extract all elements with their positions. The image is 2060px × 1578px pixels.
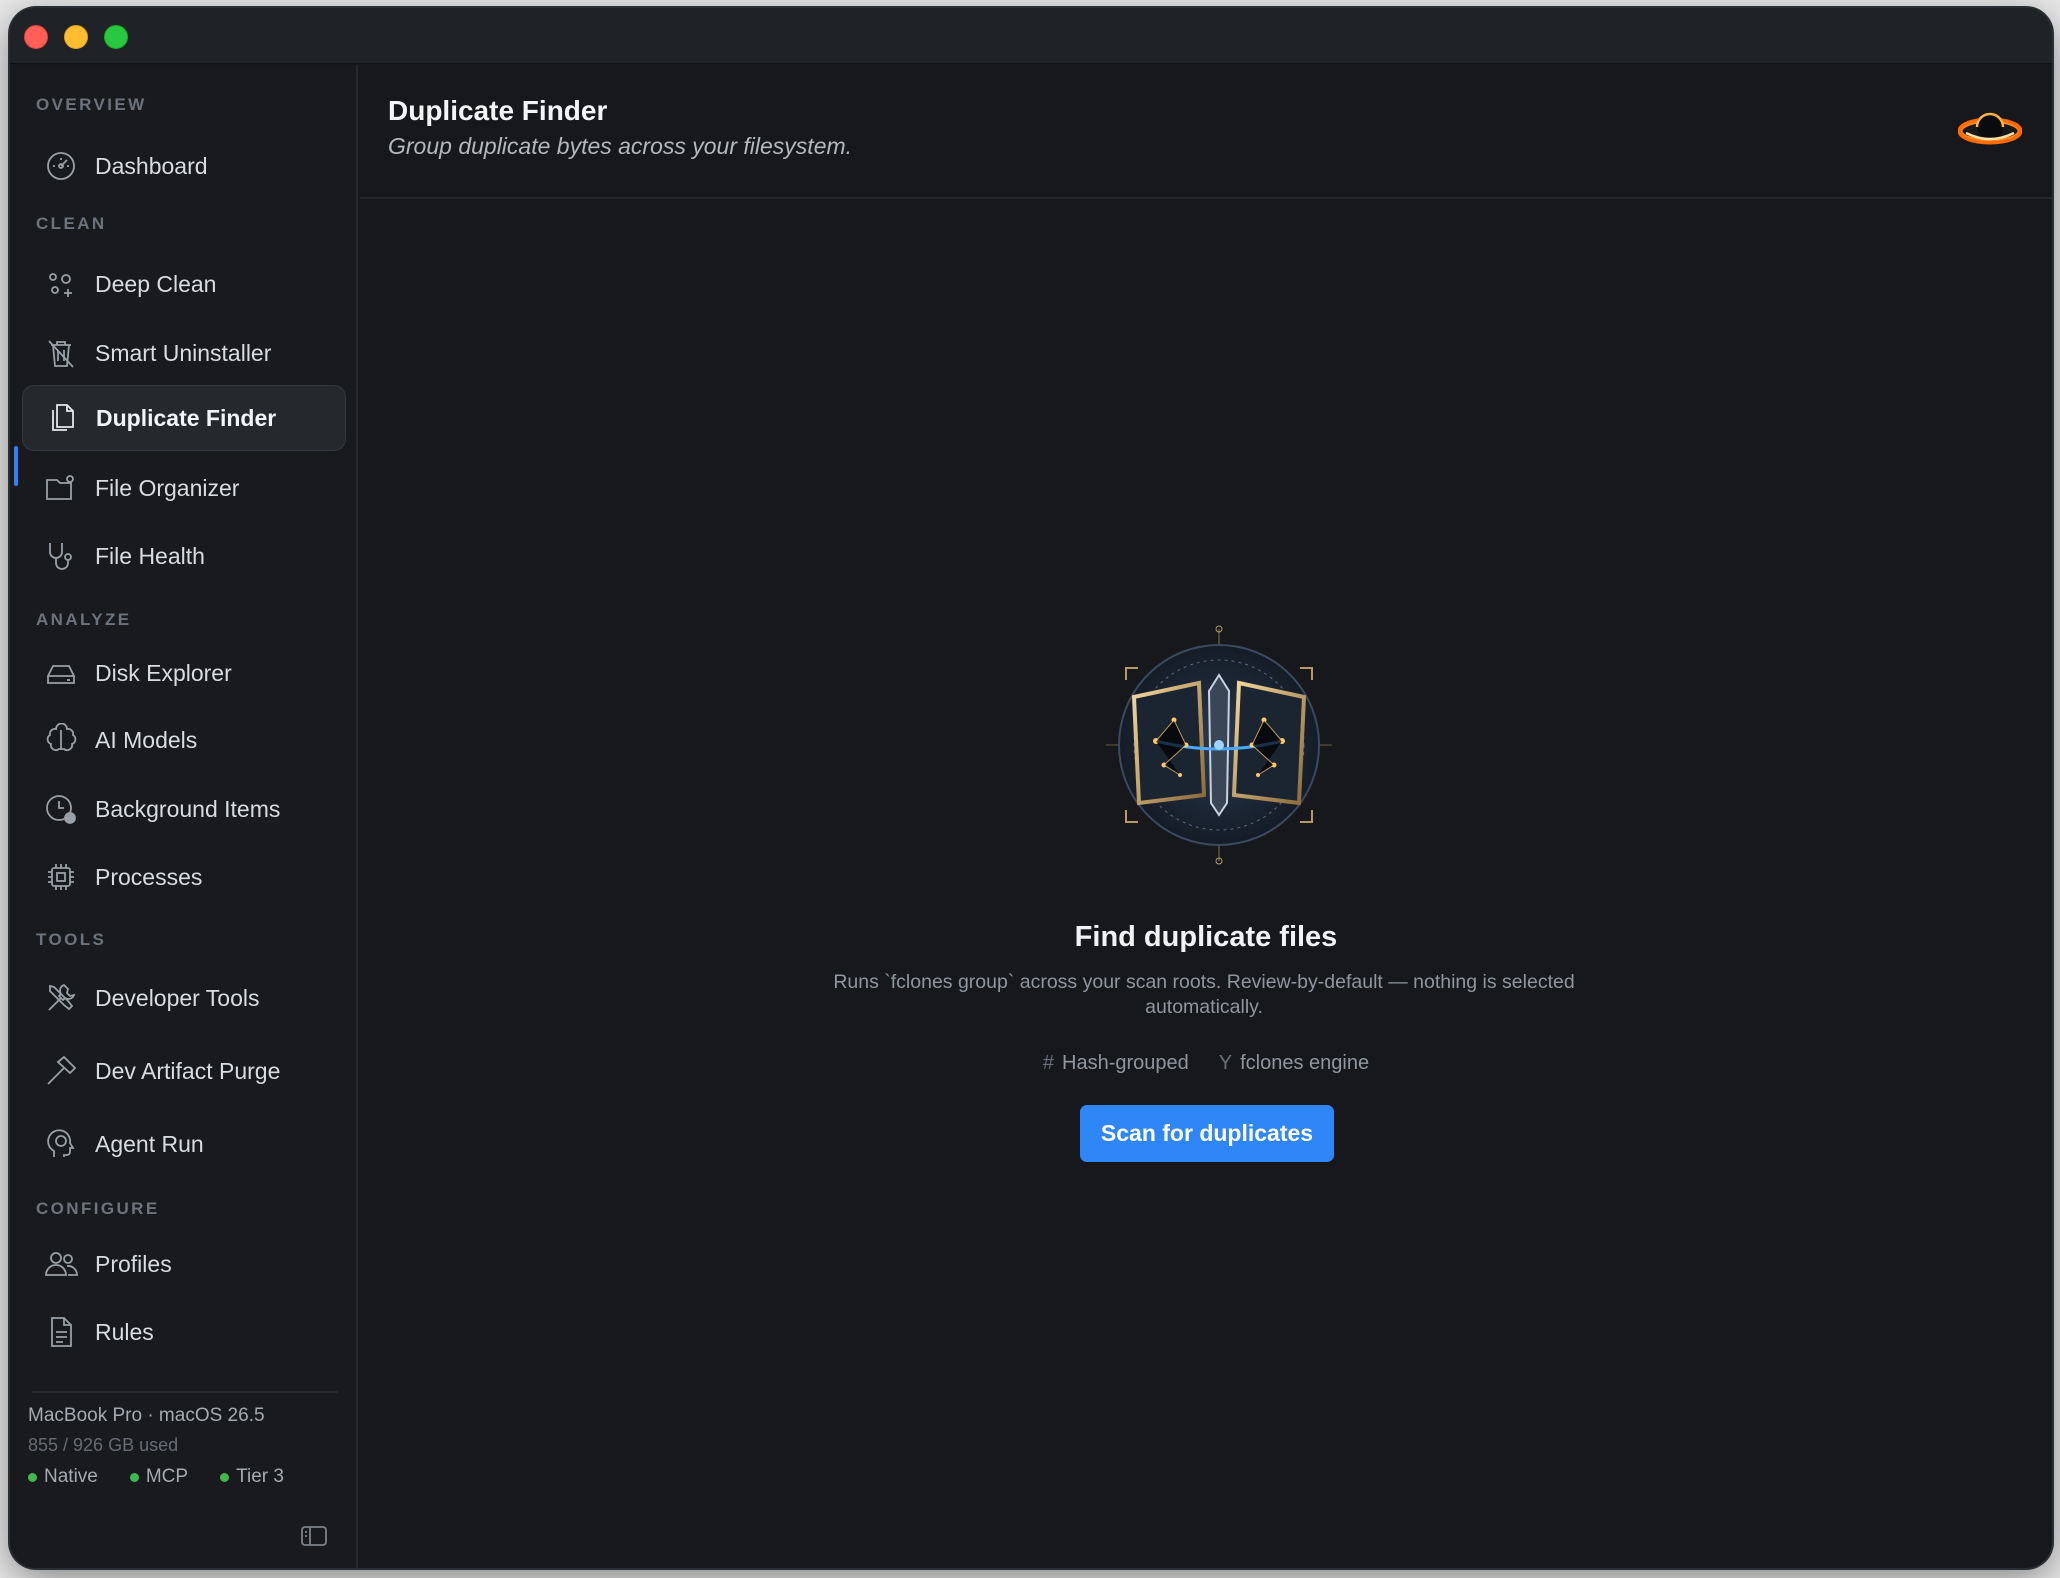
sidebar-item-ai-models[interactable]: AI Models bbox=[22, 707, 346, 773]
section-label-overview: OVERVIEW bbox=[36, 95, 147, 114]
sidebar-item-label: Developer Tools bbox=[95, 984, 260, 1011]
branch-icon: Y bbox=[1218, 1052, 1233, 1074]
sidebar-item-rules[interactable]: Rules bbox=[22, 1299, 346, 1365]
status-dot bbox=[129, 1472, 139, 1482]
sidebar-item-background-items[interactable]: Background Items bbox=[22, 776, 346, 842]
duplicate-files-illustration bbox=[1104, 625, 1334, 865]
gauge-icon bbox=[44, 149, 78, 183]
sidebar-item-label: Dev Artifact Purge bbox=[95, 1057, 281, 1084]
sidebar-item-agent-run[interactable]: Agent Run bbox=[22, 1111, 346, 1177]
black-hole-logo-icon bbox=[1957, 103, 2023, 153]
sidebar-item-disk-explorer[interactable]: Disk Explorer bbox=[22, 640, 346, 706]
wrench-screwdriver-icon bbox=[44, 981, 78, 1015]
page-subtitle: Group duplicate bytes across your filesy… bbox=[388, 133, 853, 159]
sidebar-item-label: Deep Clean bbox=[95, 270, 217, 297]
sidebar-toggle-icon[interactable] bbox=[300, 1525, 328, 1547]
sidebar-item-label: Profiles bbox=[95, 1250, 172, 1277]
sidebar-item-dashboard[interactable]: Dashboard bbox=[22, 133, 346, 199]
app-window: OVERVIEW Dashboard CLEAN Deep Clean Smar… bbox=[10, 8, 2052, 1568]
document-icon bbox=[44, 1315, 78, 1349]
clock-badge-icon bbox=[44, 792, 78, 826]
page-header: Duplicate Finder Group duplicate bytes a… bbox=[360, 65, 2052, 199]
status-tier: Tier 3 bbox=[220, 1466, 284, 1488]
sidebar-item-label: Disk Explorer bbox=[95, 659, 232, 686]
sparkles-icon bbox=[44, 267, 78, 301]
section-label-clean: CLEAN bbox=[36, 214, 107, 233]
sidebar-item-profiles[interactable]: Profiles bbox=[22, 1231, 346, 1297]
sidebar-item-label: Agent Run bbox=[95, 1130, 204, 1157]
sidebar-item-file-health[interactable]: File Health bbox=[22, 523, 346, 589]
sidebar-item-deep-clean[interactable]: Deep Clean bbox=[22, 251, 346, 317]
title-bar bbox=[10, 8, 2052, 64]
hash-icon: # bbox=[1042, 1052, 1055, 1074]
hammer-icon bbox=[44, 1054, 78, 1088]
system-info: MacBook Pro · macOS 26.5 855 / 926 GB us… bbox=[28, 1405, 346, 1488]
cpu-icon bbox=[44, 860, 78, 894]
sidebar-item-developer-tools[interactable]: Developer Tools bbox=[22, 965, 346, 1031]
brain-icon bbox=[44, 722, 78, 757]
active-indicator bbox=[14, 446, 18, 486]
section-label-tools: TOOLS bbox=[36, 930, 107, 949]
status-native: Native bbox=[28, 1466, 98, 1488]
sidebar-item-dev-artifact-purge[interactable]: Dev Artifact Purge bbox=[22, 1038, 346, 1104]
folder-gear-icon bbox=[44, 471, 78, 505]
sidebar-item-label: AI Models bbox=[95, 726, 198, 753]
sidebar-item-label: Duplicate Finder bbox=[96, 404, 277, 431]
sidebar-item-label: Background Items bbox=[95, 795, 281, 822]
page-title: Duplicate Finder bbox=[388, 95, 608, 126]
sidebar-item-label: File Health bbox=[95, 542, 205, 569]
device-info: MacBook Pro · macOS 26.5 bbox=[28, 1405, 265, 1426]
sidebar-divider bbox=[32, 1391, 338, 1393]
sidebar-item-duplicate-finder[interactable]: Duplicate Finder bbox=[22, 385, 346, 451]
sidebar-item-label: Smart Uninstaller bbox=[95, 339, 272, 366]
trash-slash-icon bbox=[44, 336, 78, 370]
empty-state-description: Runs `fclones group` across your scan ro… bbox=[833, 971, 1575, 1018]
head-brain-icon bbox=[44, 1127, 78, 1161]
chip-hash-grouped: # Hash-grouped bbox=[1043, 1052, 1189, 1075]
status-mcp: MCP bbox=[129, 1466, 189, 1488]
sidebar: OVERVIEW Dashboard CLEAN Deep Clean Smar… bbox=[10, 65, 358, 1568]
scan-for-duplicates-button[interactable]: Scan for duplicates bbox=[1080, 1105, 1334, 1162]
sidebar-item-file-organizer[interactable]: File Organizer bbox=[22, 455, 346, 521]
sidebar-item-label: Processes bbox=[95, 863, 203, 890]
zoom-window-button[interactable] bbox=[104, 25, 128, 49]
chip-label: fclones engine bbox=[1240, 1052, 1370, 1074]
status-label: Tier 3 bbox=[236, 1466, 284, 1487]
storage-usage: 855 / 926 GB used bbox=[28, 1435, 179, 1455]
chip-label: Hash-grouped bbox=[1062, 1052, 1189, 1074]
duplicate-docs-icon bbox=[45, 401, 79, 435]
status-row: Native MCP Tier 3 bbox=[28, 1466, 346, 1488]
stethoscope-icon bbox=[44, 539, 78, 573]
chip-fclones-engine: Y fclones engine bbox=[1219, 1052, 1369, 1075]
sidebar-item-label: Dashboard bbox=[95, 152, 208, 179]
status-label: MCP bbox=[145, 1466, 189, 1487]
section-label-analyze: ANALYZE bbox=[36, 610, 132, 629]
sidebar-item-label: File Organizer bbox=[95, 474, 240, 501]
minimize-window-button[interactable] bbox=[64, 25, 88, 49]
close-window-button[interactable] bbox=[24, 25, 48, 49]
sidebar-item-processes[interactable]: Processes bbox=[22, 844, 346, 910]
status-label: Native bbox=[44, 1466, 98, 1487]
status-dot bbox=[220, 1472, 230, 1482]
sidebar-item-label: Rules bbox=[95, 1318, 154, 1345]
people-icon bbox=[44, 1247, 78, 1281]
status-dot bbox=[28, 1472, 37, 1482]
sidebar-item-smart-uninstaller[interactable]: Smart Uninstaller bbox=[22, 320, 346, 386]
feature-chips: # Hash-grouped Y fclones engine bbox=[360, 1052, 2052, 1075]
main-content: Duplicate Finder Group duplicate bytes a… bbox=[360, 65, 2052, 1568]
drive-icon bbox=[44, 656, 78, 690]
section-label-configure: CONFIGURE bbox=[36, 1199, 160, 1218]
empty-state-title: Find duplicate files bbox=[1074, 921, 1338, 953]
